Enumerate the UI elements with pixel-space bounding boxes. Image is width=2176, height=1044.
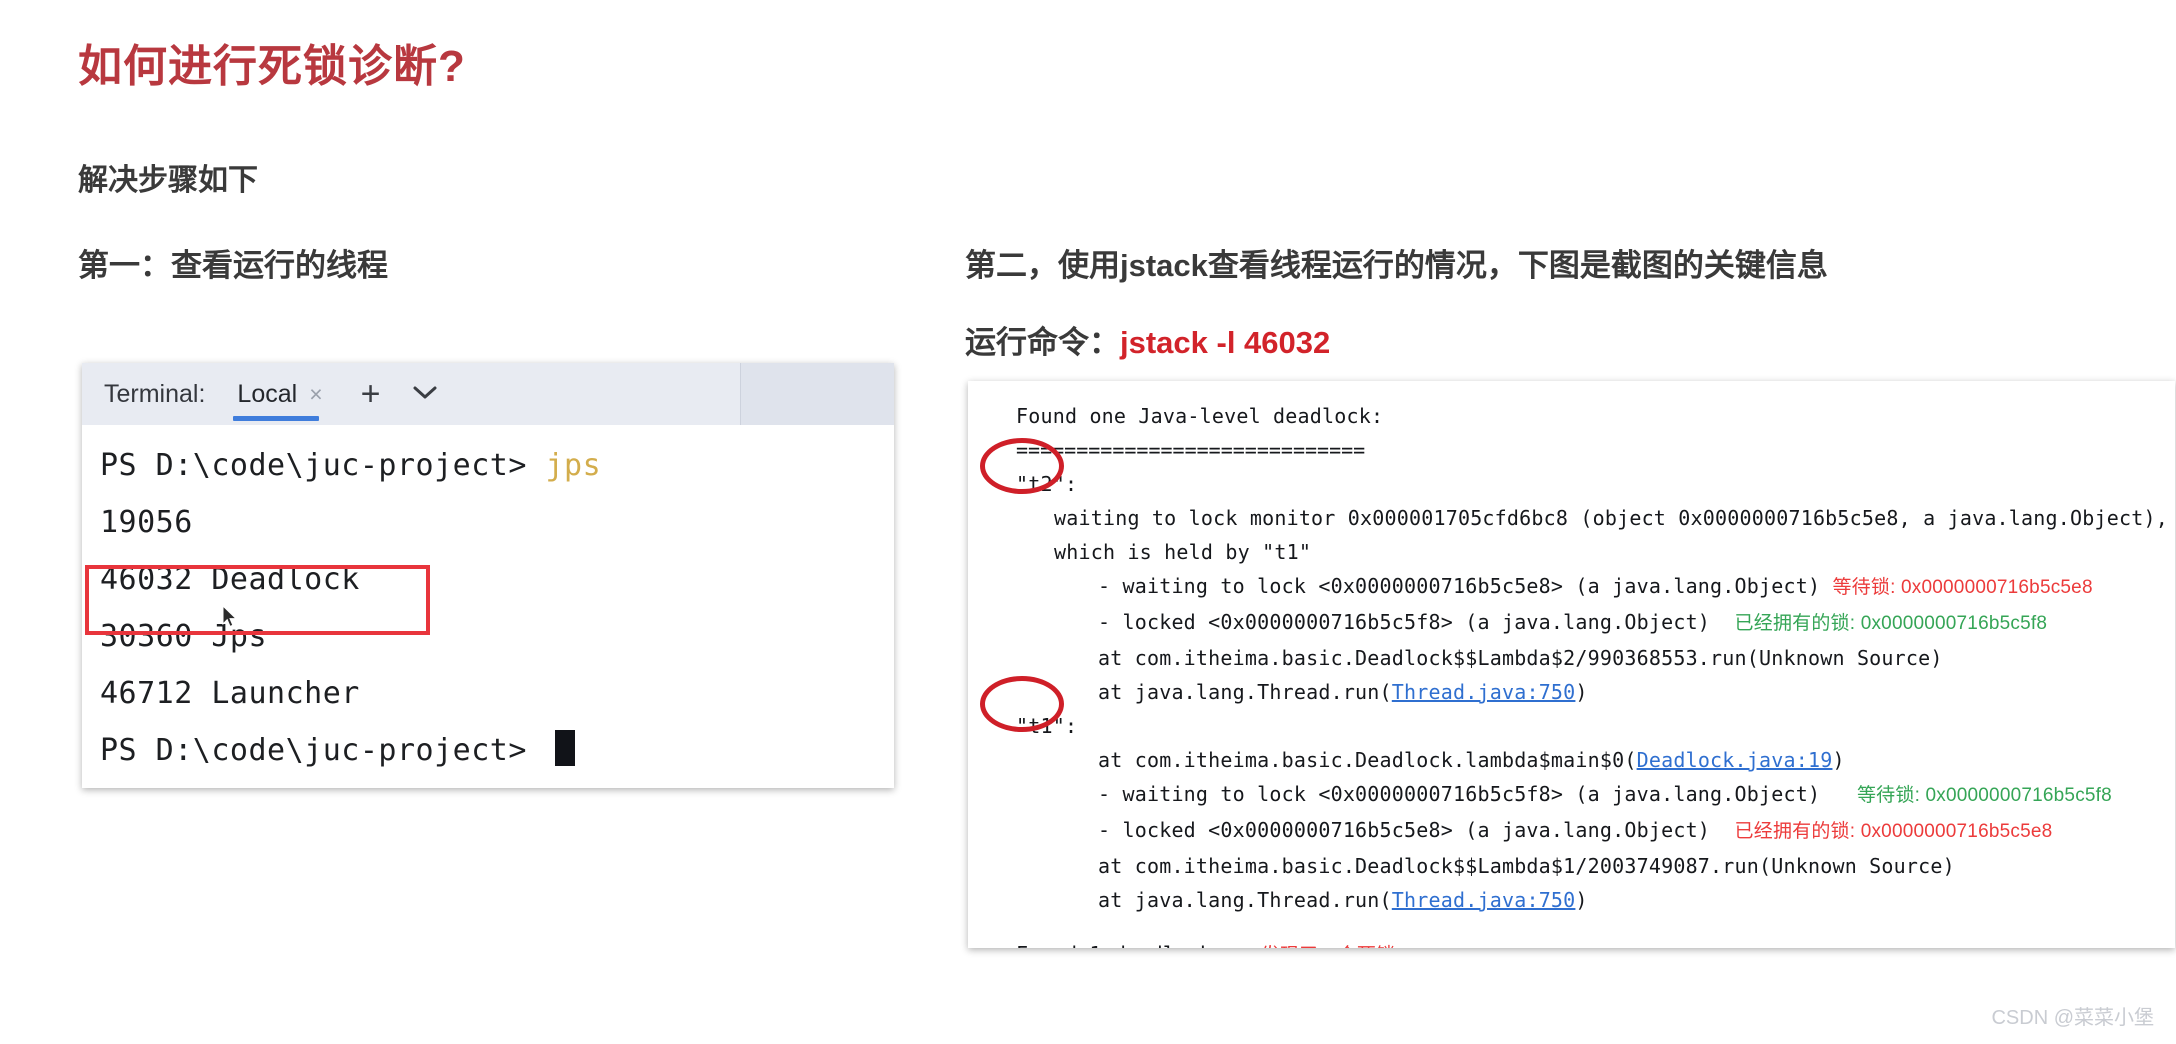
jstack-line-text: Found 1 deadlock. [1016, 942, 1224, 948]
terminal-output[interactable]: PS D:\code\juc-project> jps 19056 46032 … [82, 425, 894, 788]
terminal-line: PS D:\code\juc-project> jps [100, 437, 894, 494]
terminal-label: Terminal: [104, 379, 206, 408]
jstack-line-text: - locked <0x0000000716b5c5e8> (a java.la… [1098, 818, 1711, 842]
terminal-tabbar-left: Terminal: Local × + [82, 363, 740, 425]
jstack-line-text: - waiting to lock <0x0000000716b5c5f8> (… [1098, 782, 1821, 806]
jstack-line-text: - locked <0x0000000716b5c5f8> (a java.la… [1098, 610, 1711, 634]
annotation-waiting-lock: 等待锁: 0x0000000716b5c5f8 [1856, 785, 2112, 806]
chevron-down-icon[interactable] [410, 382, 440, 407]
terminal-line: PS D:\code\juc-project> [100, 722, 894, 779]
jstack-line-stack: at java.lang.Thread.run(Thread.java:750) [992, 883, 2175, 917]
terminal-panel[interactable]: Terminal: Local × + PS D:\code\juc-proje… [82, 363, 894, 788]
add-icon[interactable]: + [361, 377, 381, 411]
jstack-line-text: at java.lang.Thread.run( [1098, 680, 1392, 704]
source-link-thread-java[interactable]: Thread.java:750 [1392, 888, 1576, 912]
annotation-held-lock: 已经拥有的锁: 0x0000000716b5c5f8 [1734, 613, 2048, 634]
page-title: 如何进行死锁诊断? [78, 42, 466, 91]
jstack-line: waiting to lock monitor 0x000001705cfd6b… [1054, 506, 2168, 530]
step-one-heading: 第一：查看运行的线程 [78, 248, 388, 283]
terminal-tab-label: Local [237, 379, 298, 408]
jstack-line-text: ) [1832, 748, 1845, 772]
jstack-output-panel[interactable]: Found one Java-level deadlock: =========… [968, 381, 2175, 948]
jstack-line-stack: at com.itheima.basic.Deadlock$$Lambda$1/… [1098, 854, 1955, 878]
step-two-heading: 第二，使用jstack查看线程运行的情况，下图是截图的关键信息 [965, 248, 1828, 283]
terminal-prompt: PS D:\code\juc-project> [100, 733, 546, 768]
jstack-thread-name-t2: "t2": [1016, 472, 1078, 496]
jstack-line-text: - waiting to lock <0x0000000716b5c5e8> (… [1098, 574, 1821, 598]
annotation-waiting-lock: 等待锁: 0x0000000716b5c5e8 [1832, 577, 2093, 598]
jstack-line-found-1-deadlock: Found 1 deadlock. 发现了一个死锁 [992, 937, 2175, 948]
jstack-line-waiting-lock: - waiting to lock <0x0000000716b5c5f8> (… [992, 777, 2175, 813]
terminal-cursor [555, 730, 576, 766]
watermark: CSDN @菜菜小堡 [1991, 1007, 2154, 1029]
jstack-line: which is held by "t1" [1054, 540, 1312, 564]
jstack-line-text: at java.lang.Thread.run( [1098, 888, 1392, 912]
jstack-line-separator: ============================= [1016, 438, 1366, 462]
source-link-thread-java[interactable]: Thread.java:750 [1392, 680, 1576, 704]
terminal-line: 19056 [100, 505, 193, 540]
active-tab-underline [233, 416, 319, 421]
run-command-label: 运行命令： [965, 325, 1120, 360]
jstack-line-waiting-lock: - waiting to lock <0x0000000716b5c5e8> (… [992, 569, 2175, 605]
jstack-line-locked: - locked <0x0000000716b5c5e8> (a java.la… [992, 813, 2175, 849]
run-command-value: jstack -l 46032 [1120, 325, 1331, 360]
subheading: 解决步骤如下 [78, 164, 258, 197]
jstack-line-text: at com.itheima.basic.Deadlock.lambda$mai… [1098, 748, 1637, 772]
terminal-tabbar-right-filler [740, 363, 894, 425]
terminal-tabbar: Terminal: Local × + [82, 363, 894, 425]
jstack-line-stack: at com.itheima.basic.Deadlock$$Lambda$2/… [1098, 646, 1943, 670]
terminal-line: 46712 Launcher [100, 676, 360, 711]
terminal-tab-local[interactable]: Local × [233, 363, 326, 425]
jstack-line-stack: at java.lang.Thread.run(Thread.java:750) [992, 675, 2175, 709]
terminal-prompt: PS D:\code\juc-project> [100, 448, 546, 483]
jstack-line-stack: at com.itheima.basic.Deadlock.lambda$mai… [992, 743, 2175, 777]
run-command-line: 运行命令：jstack -l 46032 [965, 317, 1330, 362]
jstack-line-found-deadlock: Found one Java-level deadlock: [1016, 404, 1384, 428]
source-link-deadlock-java[interactable]: Deadlock.java:19 [1637, 748, 1833, 772]
close-icon[interactable]: × [309, 382, 322, 406]
jstack-line-text: ) [1575, 888, 1588, 912]
jstack-spacer [992, 917, 2175, 937]
jstack-output-text: Found one Java-level deadlock: =========… [968, 381, 2175, 948]
terminal-line-deadlock: 46032 Deadlock [100, 562, 360, 597]
annotation-found-deadlock: 发现了一个死锁 [1261, 945, 1395, 948]
terminal-line: 30360 Jps [100, 619, 268, 654]
terminal-command: jps [545, 448, 602, 483]
annotation-held-lock: 已经拥有的锁: 0x0000000716b5c5e8 [1734, 821, 2053, 842]
jstack-line-locked: - locked <0x0000000716b5c5f8> (a java.la… [992, 605, 2175, 641]
jstack-line-text: ) [1575, 680, 1588, 704]
jstack-thread-name-t1: "t1": [1016, 714, 1078, 738]
